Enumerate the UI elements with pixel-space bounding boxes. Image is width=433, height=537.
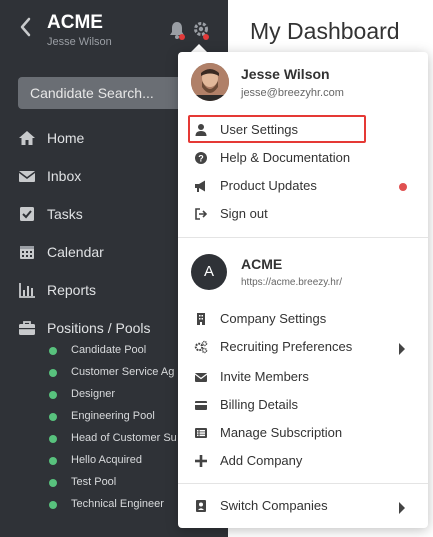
- pool-status-dot: [49, 413, 57, 421]
- company-name[interactable]: ACME: [47, 12, 103, 34]
- pool-label: Test Pool: [71, 476, 117, 488]
- menu-label: Sign out: [220, 206, 268, 221]
- pool-status-dot: [49, 435, 57, 443]
- pool-label: Designer: [71, 388, 116, 400]
- page-title: My Dashboard: [250, 18, 400, 44]
- list-icon: [194, 426, 208, 440]
- envelope-icon: [18, 167, 36, 185]
- menu-help-documentation[interactable]: ? Help & Documentation: [178, 145, 428, 171]
- envelope-icon: [194, 370, 208, 384]
- home-icon: [18, 129, 36, 147]
- nav-label: Positions / Pools: [47, 320, 151, 336]
- menu-label: Switch Companies: [220, 498, 328, 513]
- menu-company-settings[interactable]: Company Settings: [178, 306, 428, 332]
- pool-status-dot: [49, 369, 57, 377]
- pool-status-dot: [49, 479, 57, 487]
- checkbox-icon: [18, 205, 36, 223]
- avatar: [191, 63, 229, 101]
- back-chevron-icon[interactable]: [18, 16, 32, 38]
- briefcase-icon: [18, 319, 36, 337]
- pool-status-dot: [49, 347, 57, 355]
- update-notification-dot: [399, 183, 407, 191]
- menu-sign-out[interactable]: Sign out: [178, 201, 428, 227]
- company-url: https://acme.breezy.hr/: [241, 277, 342, 288]
- credit-card-icon: [194, 398, 208, 412]
- calendar-icon: [18, 243, 36, 261]
- menu-label: Billing Details: [220, 397, 299, 412]
- svg-text:?: ?: [198, 154, 204, 164]
- menu-label: Recruiting Preferences: [220, 339, 353, 354]
- divider: [178, 483, 428, 484]
- pool-label: Customer Service Ag: [71, 366, 175, 378]
- cogs-icon: [194, 340, 208, 354]
- dropdown-caret: [191, 44, 207, 52]
- sign-out-icon: [194, 207, 208, 221]
- menu-recruiting-preferences[interactable]: Recruiting Preferences: [178, 334, 428, 360]
- menu-billing-details[interactable]: Billing Details: [178, 392, 428, 418]
- nav-label: Tasks: [47, 206, 83, 222]
- menu-add-company[interactable]: Add Company: [178, 448, 428, 474]
- company-avatar: A: [191, 254, 227, 290]
- nav-label: Calendar: [47, 244, 104, 260]
- chevron-right-icon: [398, 342, 406, 355]
- menu-label: Help & Documentation: [220, 150, 351, 165]
- menu-label: Invite Members: [220, 369, 309, 384]
- bell-icon[interactable]: [168, 20, 186, 40]
- menu-label: Product Updates: [220, 178, 317, 193]
- menu-product-updates[interactable]: Product Updates: [178, 173, 428, 199]
- menu-label: Company Settings: [220, 311, 327, 326]
- user-icon: [194, 123, 208, 137]
- profile-email: jesse@breezyhr.com: [241, 87, 344, 99]
- pool-status-dot: [49, 501, 57, 509]
- menu-label: Add Company: [220, 453, 303, 468]
- chevron-right-icon: [398, 501, 406, 514]
- current-user-name: Jesse Wilson: [47, 36, 112, 48]
- plus-icon: [194, 454, 208, 468]
- pool-status-dot: [49, 391, 57, 399]
- building-icon: [194, 312, 208, 326]
- settings-dot: [203, 34, 209, 40]
- company-title: ACME: [241, 256, 283, 272]
- gear-icon[interactable]: [192, 20, 210, 40]
- pool-status-dot: [49, 457, 57, 465]
- profile-name: Jesse Wilson: [241, 66, 330, 82]
- pool-label: Head of Customer Su: [71, 432, 177, 444]
- pool-label: Candidate Pool: [71, 344, 147, 356]
- menu-label: User Settings: [220, 122, 299, 137]
- menu-label: Manage Subscription: [220, 425, 343, 440]
- question-circle-icon: ?: [194, 151, 208, 165]
- pool-label: Hello Acquired: [71, 454, 142, 466]
- bar-chart-icon: [18, 281, 36, 299]
- divider: [178, 237, 428, 238]
- pool-label: Technical Engineer: [71, 498, 164, 510]
- megaphone-icon: [194, 179, 208, 193]
- menu-switch-companies[interactable]: Switch Companies: [178, 493, 428, 519]
- nav-label: Reports: [47, 282, 97, 298]
- notification-dot: [179, 34, 185, 40]
- menu-manage-subscription[interactable]: Manage Subscription: [178, 420, 428, 446]
- nav-label: Inbox: [47, 168, 82, 184]
- id-card-icon: [194, 499, 208, 513]
- account-dropdown-menu: Jesse Wilson jesse@breezyhr.com User Set…: [178, 52, 428, 528]
- nav-label: Home: [47, 130, 85, 146]
- menu-invite-members[interactable]: Invite Members: [178, 364, 428, 390]
- pool-label: Engineering Pool: [71, 410, 155, 422]
- menu-user-settings[interactable]: User Settings: [178, 117, 428, 143]
